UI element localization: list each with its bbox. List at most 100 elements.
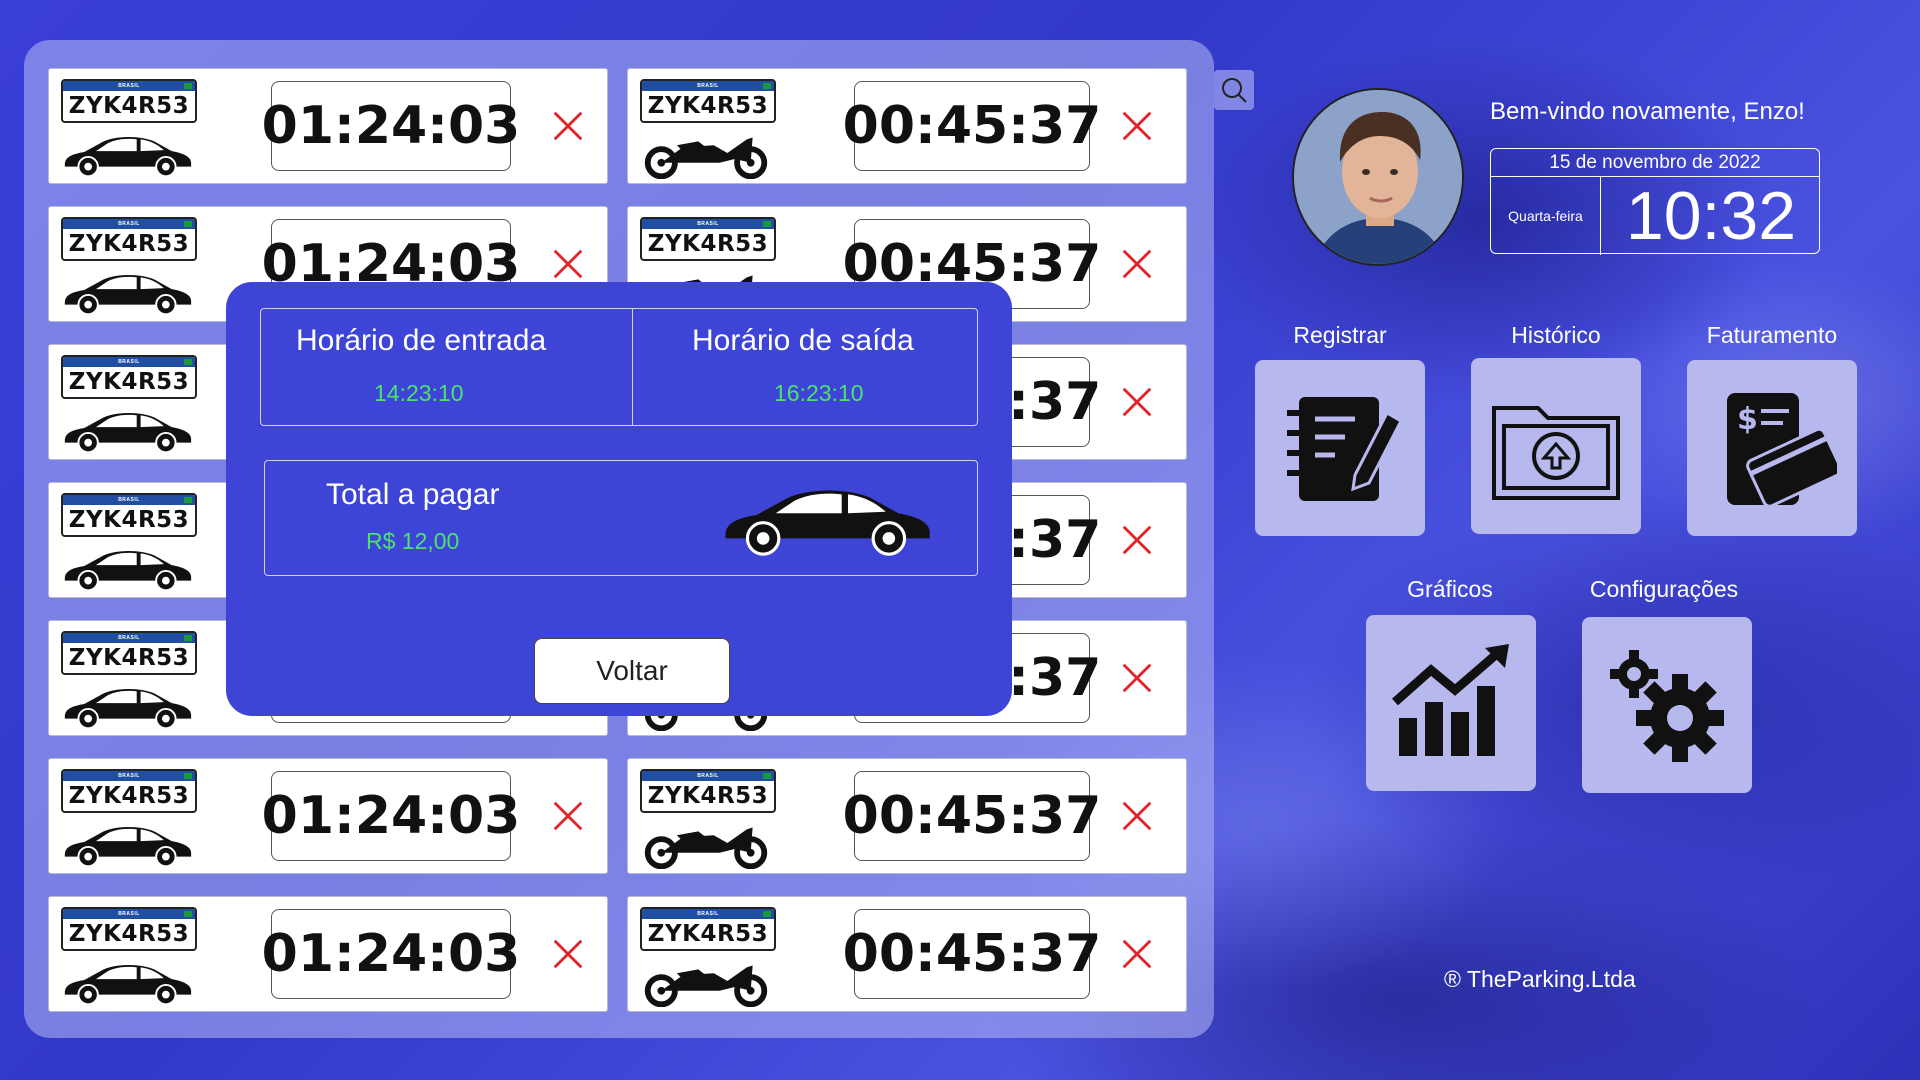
plate-number: ZYK4R53 <box>68 645 190 671</box>
plate-number: ZYK4R53 <box>68 507 190 533</box>
plate-number: ZYK4R53 <box>68 231 190 257</box>
car-icon <box>59 681 195 731</box>
plate-band: BRASIL <box>63 81 195 91</box>
flag-icon <box>184 497 192 503</box>
avatar <box>1292 88 1464 266</box>
menu-configuracoes-button[interactable] <box>1582 617 1752 793</box>
plate-country: BRASIL <box>697 221 719 227</box>
vehicle-card[interactable]: BRASIL ZYK4R53 01:24:03 <box>48 758 608 874</box>
close-icon[interactable] <box>1118 521 1156 559</box>
parking-timer: 00:45:37 <box>843 771 1101 861</box>
plate-number: ZYK4R53 <box>68 369 190 395</box>
current-time: 10:32 <box>1625 178 1797 254</box>
license-plate: BRASIL ZYK4R53 <box>61 907 197 951</box>
vehicle-card[interactable]: BRASIL ZYK4R53 01:24:03 <box>48 68 608 184</box>
license-plate: BRASIL ZYK4R53 <box>640 79 776 123</box>
flag-icon <box>184 359 192 365</box>
car-icon <box>716 478 936 558</box>
menu-faturamento-button[interactable]: $ <box>1687 360 1857 536</box>
license-plate: BRASIL ZYK4R53 <box>61 493 197 537</box>
flag-icon <box>763 773 771 779</box>
close-icon[interactable] <box>1118 383 1156 421</box>
vehicle-card[interactable]: BRASIL ZYK4R53 00:45:37 <box>627 68 1187 184</box>
entry-time-value: 14:23:10 <box>374 380 464 406</box>
flag-icon <box>184 221 192 227</box>
search-button[interactable] <box>1214 70 1254 110</box>
car-icon <box>59 819 195 869</box>
flag-icon <box>184 773 192 779</box>
parking-timer: 01:24:03 <box>262 909 520 999</box>
flag-icon <box>763 911 771 917</box>
menu-registrar-button[interactable] <box>1255 360 1425 536</box>
motorcycle-icon <box>638 129 774 179</box>
car-icon <box>59 405 195 455</box>
close-icon[interactable] <box>1118 245 1156 283</box>
vehicle-card[interactable]: BRASIL ZYK4R53 00:45:37 <box>627 896 1187 1012</box>
menu-label-faturamento: Faturamento <box>1706 322 1838 348</box>
close-icon[interactable] <box>1118 659 1156 697</box>
plate-band: BRASIL <box>63 219 195 229</box>
plate-band: BRASIL <box>63 357 195 367</box>
license-plate: BRASIL ZYK4R53 <box>61 769 197 813</box>
close-icon[interactable] <box>549 797 587 835</box>
parking-timer: 00:45:37 <box>843 909 1101 999</box>
plate-band: BRASIL <box>642 771 774 781</box>
close-icon[interactable] <box>549 107 587 145</box>
welcome-message: Bem-vindo novamente, Enzo! <box>1490 98 1805 125</box>
plate-number: ZYK4R53 <box>68 921 190 947</box>
license-plate: BRASIL ZYK4R53 <box>640 907 776 951</box>
plate-country: BRASIL <box>697 83 719 89</box>
plate-number: ZYK4R53 <box>647 231 769 257</box>
flag-icon <box>763 83 771 89</box>
close-icon[interactable] <box>1118 935 1156 973</box>
license-plate: BRASIL ZYK4R53 <box>61 355 197 399</box>
close-icon[interactable] <box>549 245 587 283</box>
vehicle-card[interactable]: BRASIL ZYK4R53 01:24:03 <box>48 896 608 1012</box>
exit-time-value: 16:23:10 <box>774 380 864 406</box>
total-label: Total a pagar <box>326 478 500 511</box>
exit-time-label: Horário de saída <box>692 324 914 357</box>
plate-band: BRASIL <box>63 495 195 505</box>
close-icon[interactable] <box>1118 107 1156 145</box>
plate-country: BRASIL <box>118 83 140 89</box>
menu-graficos-button[interactable] <box>1366 615 1536 791</box>
entry-time-label: Horário de entrada <box>296 324 547 357</box>
vehicle-card[interactable]: BRASIL ZYK4R53 00:45:37 <box>627 758 1187 874</box>
plate-country: BRASIL <box>697 911 719 917</box>
license-plate: BRASIL ZYK4R53 <box>61 79 197 123</box>
license-plate: BRASIL ZYK4R53 <box>61 217 197 261</box>
notebook-pencil-icon <box>1287 397 1403 501</box>
clock-widget: 15 de novembro de 2022 Quarta-feira 10:3… <box>1490 148 1820 255</box>
svg-text:$: $ <box>1737 402 1758 437</box>
car-icon <box>59 543 195 593</box>
plate-number: ZYK4R53 <box>68 783 190 809</box>
plate-band: BRASIL <box>642 81 774 91</box>
flag-icon <box>184 911 192 917</box>
current-date: 15 de novembro de 2022 <box>1491 149 1819 177</box>
plate-band: BRASIL <box>63 909 195 919</box>
menu-label-configuracoes: Configurações <box>1589 576 1739 602</box>
total-value: R$ 12,00 <box>366 528 460 554</box>
menu-label-historico: Histórico <box>1511 322 1601 348</box>
car-icon <box>59 129 195 179</box>
search-icon <box>1222 78 1247 103</box>
back-button[interactable]: Voltar <box>534 638 730 704</box>
parking-timer: 00:45:37 <box>843 81 1101 171</box>
plate-country: BRASIL <box>118 773 140 779</box>
plate-country: BRASIL <box>118 635 140 641</box>
plate-number: ZYK4R53 <box>647 93 769 119</box>
plate-number: ZYK4R53 <box>647 921 769 947</box>
plate-number: ZYK4R53 <box>647 783 769 809</box>
plate-country: BRASIL <box>118 221 140 227</box>
car-icon <box>59 957 195 1007</box>
menu-historico-button[interactable] <box>1471 358 1641 534</box>
close-icon[interactable] <box>1118 797 1156 835</box>
current-weekday: Quarta-feira <box>1491 177 1601 255</box>
license-plate: BRASIL ZYK4R53 <box>640 769 776 813</box>
payment-summary-modal: Horário de entrada 14:23:10 Horário de s… <box>226 282 1012 716</box>
license-plate: BRASIL ZYK4R53 <box>640 217 776 261</box>
parking-timer: 01:24:03 <box>262 81 520 171</box>
flag-icon <box>184 635 192 641</box>
gears-icon <box>1610 650 1724 762</box>
close-icon[interactable] <box>549 935 587 973</box>
